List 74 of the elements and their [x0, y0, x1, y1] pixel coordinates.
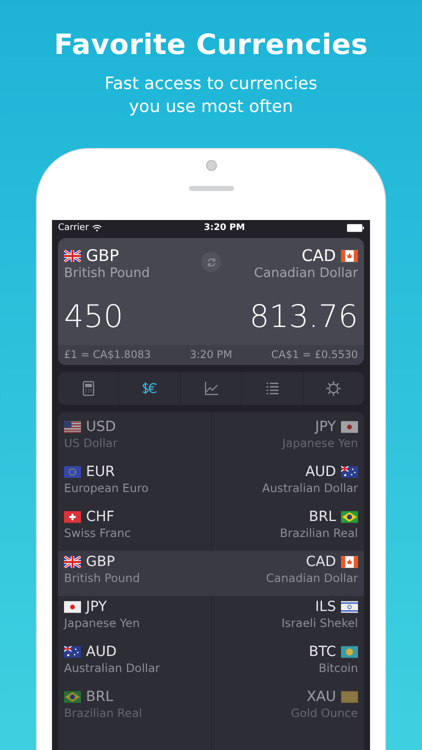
flag-icon	[341, 601, 358, 613]
flag-icon	[341, 511, 358, 523]
flag-icon	[64, 691, 81, 703]
currency-code: CAD	[306, 554, 336, 570]
exchange-rate: £1 = CA$1.8083	[64, 349, 151, 361]
currency-row[interactable]: EUR European Euro AUD Australian Dollar	[58, 461, 364, 506]
flag-icon	[341, 646, 358, 658]
update-time: 3:20 PM	[190, 349, 232, 361]
currency-code: ILS	[315, 599, 336, 615]
currency-name: British Pound	[64, 266, 150, 281]
currency-name: Australian Dollar	[262, 481, 358, 495]
swap-icon	[206, 256, 216, 268]
currency-code: GBP	[86, 554, 115, 570]
subtitle: Fast access to currencies you use most often	[104, 73, 318, 119]
currency-code: JPY	[86, 599, 107, 615]
currency-name: European Euro	[64, 481, 148, 495]
currency-name: Gold Ounce	[290, 706, 358, 720]
currency-name: British Pound	[64, 571, 140, 585]
carrier-label: Carrier	[58, 223, 89, 233]
currency-code: CHF	[86, 509, 114, 525]
currency-code: BTC	[308, 644, 336, 660]
currency-code: XAU	[306, 689, 336, 705]
selected-row[interactable]: GBP British Pound CAD Canadian Dollar	[58, 551, 364, 596]
amount-value[interactable]: 813.76	[250, 299, 358, 335]
flag-icon	[64, 466, 81, 478]
status-time: 3:20 PM	[204, 223, 245, 233]
currency-name: Australian Dollar	[64, 661, 160, 675]
exchange-rate: CA$1 = £0.5530	[271, 349, 358, 361]
flag-icon	[64, 511, 81, 523]
flag-icon	[341, 691, 358, 703]
battery-icon	[346, 224, 364, 232]
speaker-icon	[188, 186, 234, 191]
wifi-icon	[92, 224, 102, 232]
currency-code[interactable]: CAD	[302, 246, 336, 265]
list-icon	[264, 380, 281, 397]
currency-name: US Dollar	[64, 436, 118, 450]
flag-icon	[64, 646, 81, 658]
currency-name: Swiss Franc	[64, 526, 131, 540]
settings-icon	[325, 380, 342, 397]
currency-row[interactable]: CHF Swiss Franc BRL Brazilian Real	[58, 506, 364, 551]
flag-icon	[341, 421, 358, 433]
flag-icon	[64, 421, 81, 433]
currency-code: AUD	[305, 464, 336, 480]
currency-exchange-icon	[141, 380, 158, 397]
currency-code: BRL	[308, 509, 336, 525]
currency-name: Bitcoin	[318, 661, 358, 675]
currency-code: EUR	[86, 464, 115, 480]
flag-icon	[341, 556, 358, 568]
currency-name: Israeli Shekel	[282, 616, 358, 630]
currency-row[interactable]: BRL Brazilian Real XAU Gold Ounce	[58, 686, 364, 731]
chart-icon	[202, 380, 220, 397]
flag-icon	[64, 601, 81, 613]
currency-row[interactable]: USD US Dollar JPY Japanese Yen	[58, 416, 364, 461]
currency-code: JPY	[315, 419, 336, 435]
headline: Favorite Currencies	[54, 28, 368, 61]
currency-code: USD	[86, 419, 116, 435]
currency-name: Canadian Dollar	[266, 571, 358, 585]
currency-code: BRL	[86, 689, 114, 705]
currency-name: Japanese Yen	[282, 436, 358, 450]
swap-button[interactable]	[201, 252, 221, 272]
currency-name: Japanese Yen	[64, 616, 140, 630]
currency-name: Brazilian Real	[64, 706, 142, 720]
currency-row[interactable]: AUD Australian Dollar BTC Bitcoin	[58, 641, 364, 686]
flag-icon	[341, 250, 358, 262]
currency-name: Brazilian Real	[280, 526, 358, 540]
camera-icon	[206, 160, 216, 171]
currency-code[interactable]: GBP	[86, 246, 120, 265]
currency-name: Canadian Dollar	[254, 266, 358, 281]
flag-icon	[341, 466, 358, 478]
currency-row[interactable]: JPY Japanese Yen ILS Israeli Shekel	[58, 596, 364, 641]
flag-icon	[64, 250, 81, 262]
amount-value[interactable]: 450	[64, 299, 150, 335]
currency-code: AUD	[86, 644, 117, 660]
flag-icon	[64, 556, 81, 568]
